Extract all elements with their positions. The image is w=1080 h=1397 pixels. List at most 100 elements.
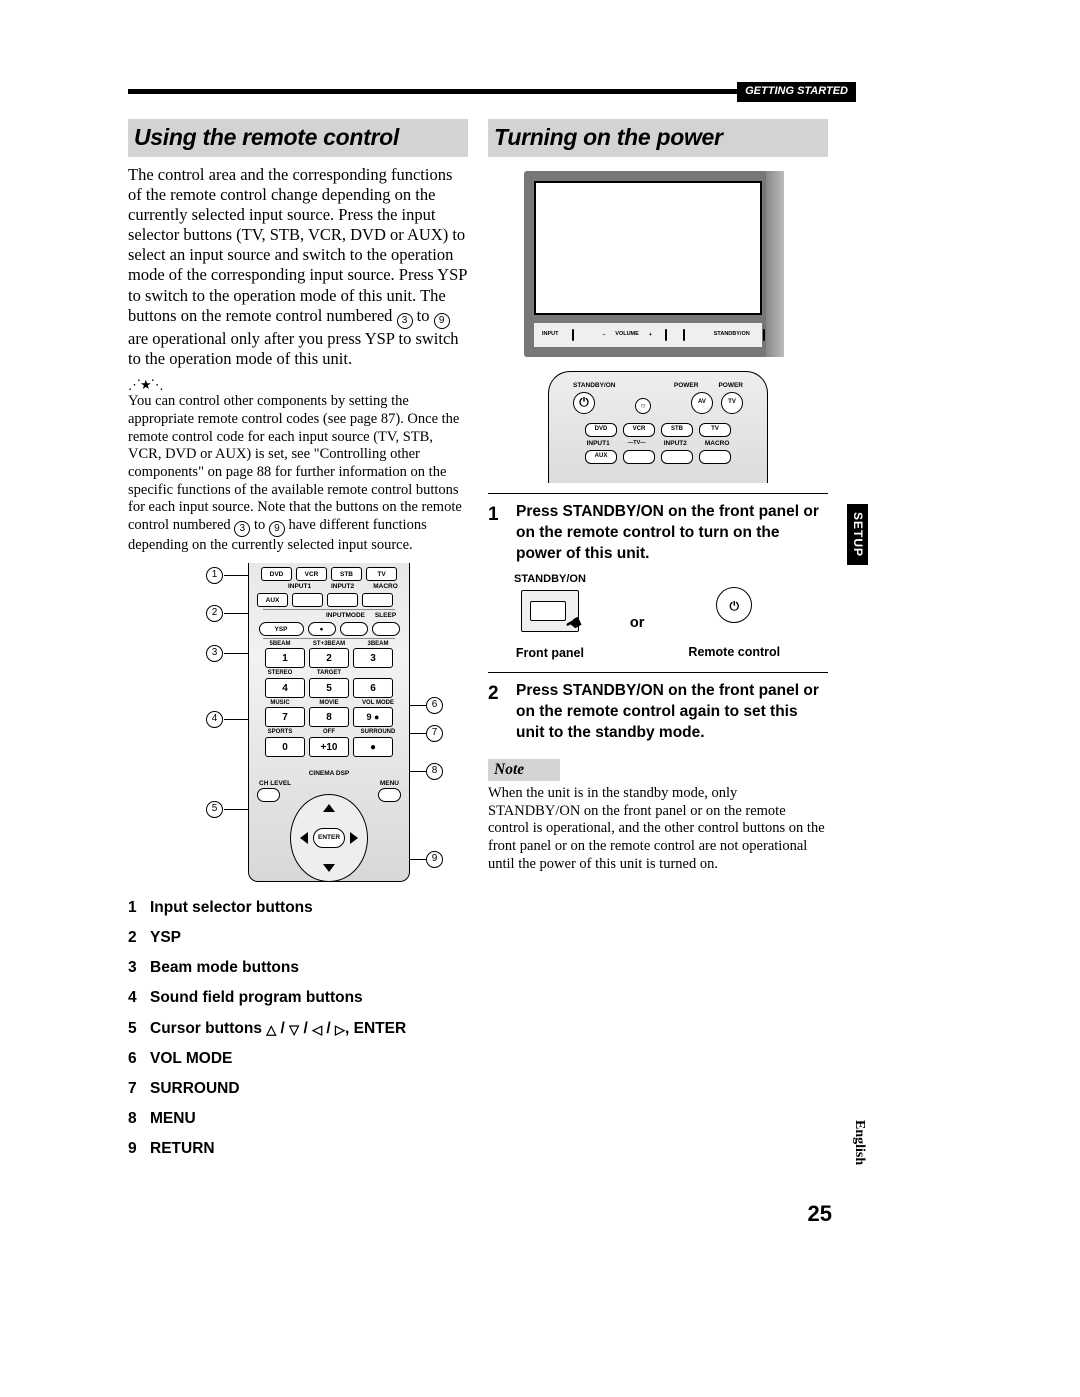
lbl-5beam: 5BEAM <box>260 641 300 649</box>
lbl-cinemadsp: CINEMA DSP <box>305 770 354 778</box>
callout-8: 8 <box>426 763 443 780</box>
lbl-input2: INPUT2 <box>327 583 358 591</box>
rule-2 <box>488 672 828 673</box>
left-column: Using the remote control The control are… <box>128 119 468 1165</box>
btn-4: 4 <box>265 678 305 698</box>
list-item-2: YSP <box>150 923 181 953</box>
rt-lbl-power1: POWER <box>674 382 699 390</box>
lbl-music: MUSIC <box>260 700 300 708</box>
left-section-title: Using the remote control <box>128 119 468 157</box>
list-num-9: 9 <box>128 1134 150 1164</box>
callout-7: 7 <box>426 725 443 742</box>
callout-4: 4 <box>206 711 223 728</box>
btn-enter: ENTER <box>313 828 345 848</box>
page-number: 25 <box>808 1200 832 1228</box>
callout-line-3 <box>224 653 248 654</box>
circle-3-inline-2: 3 <box>234 521 250 537</box>
left-body: The control area and the corresponding f… <box>128 165 468 369</box>
list-num-1: 1 <box>128 893 150 923</box>
btn-dvd: DVD <box>261 567 292 581</box>
callout-line-1 <box>224 575 248 576</box>
circle-9-inline: 9 <box>434 313 450 329</box>
right-section-title: Turning on the power <box>488 119 828 157</box>
rt-lbl-i1: INPUT1 <box>587 440 610 448</box>
btn-inputmode <box>340 622 368 636</box>
list-item-7: SURROUND <box>150 1074 240 1104</box>
rt-b3 <box>699 450 731 464</box>
tv-monitor-figure: INPUT –VOLUME+ STANDBY/ON <box>524 171 784 357</box>
note-title: Note <box>488 759 560 781</box>
tv-standby-btn <box>763 329 765 341</box>
tv-lbl-standby: STANDBY/ON <box>714 331 750 338</box>
btn-plus10: +10 <box>309 737 349 757</box>
circle-9-inline-2: 9 <box>269 521 285 537</box>
list-num-2: 2 <box>128 923 150 953</box>
rt-lbl-power2: POWER <box>718 382 743 390</box>
btn-sleep <box>372 622 400 636</box>
callout-1: 1 <box>206 567 223 584</box>
lbl-volmode: VOL MODE <box>358 700 398 708</box>
lbl-st3beam: ST+3BEAM <box>309 641 349 649</box>
lbl-input1: INPUT1 <box>284 583 315 591</box>
callout-line-8 <box>410 771 426 772</box>
side-tab-setup: SETUP <box>847 504 868 565</box>
rt-led: ○ <box>635 398 651 414</box>
step-1: 1 Press STANDBY/ON on the front panel or… <box>488 502 828 565</box>
lbl-menu: MENU <box>380 780 399 788</box>
list-num-8: 8 <box>128 1104 150 1134</box>
list-item-1: Input selector buttons <box>150 893 313 923</box>
callout-line-6 <box>410 705 426 706</box>
callout-list: 1Input selector buttons 2YSP 3Beam mode … <box>128 893 468 1165</box>
callout-line-5 <box>224 809 248 810</box>
list-item-9: RETURN <box>150 1134 215 1164</box>
btn-stb: STB <box>331 567 362 581</box>
lbl-inputmode: INPUTMODE <box>326 612 360 620</box>
btn-3: 3 <box>353 648 393 668</box>
tv-lbl-volume: VOLUME <box>615 331 639 338</box>
left-tip: You can control other components by sett… <box>128 393 468 555</box>
tv-lbl-input: INPUT <box>542 331 559 338</box>
list-num-7: 7 <box>128 1074 150 1104</box>
callout-line-4 <box>224 719 248 720</box>
rt-lbl-macro: MACRO <box>705 440 730 448</box>
step-2: 2 Press STANDBY/ON on the front panel or… <box>488 681 828 744</box>
fig-power-button <box>716 587 752 623</box>
power-icon <box>579 395 589 410</box>
tip-icon: ⋰★⋱ <box>128 377 468 393</box>
dpad-up-icon <box>323 804 335 812</box>
callout-line-7 <box>410 733 426 734</box>
rt-btn-standby <box>573 392 595 414</box>
btn-menu <box>378 788 401 802</box>
right-column: Turning on the power INPUT –VOLUME+ STAN… <box>488 119 828 881</box>
btn-ysp: YSP <box>259 622 304 636</box>
btn-dot: ● <box>353 737 393 757</box>
fig-or: or <box>630 614 645 632</box>
lbl-stereo: STEREO <box>260 670 300 678</box>
power-icon-2 <box>730 594 740 615</box>
front-panel-box: ☚ <box>521 590 579 632</box>
callout-2: 2 <box>206 605 223 622</box>
btn-tv: TV <box>366 567 397 581</box>
btn-aux: AUX <box>257 593 288 607</box>
callout-6: 6 <box>426 697 443 714</box>
rule-1 <box>488 493 828 494</box>
callout-3: 3 <box>206 645 223 662</box>
btn-rec: ● <box>308 622 336 636</box>
lbl-chlevel: CH LEVEL <box>259 780 291 788</box>
list-item-4: Sound field program buttons <box>150 983 363 1013</box>
callout-line-9 <box>410 859 426 860</box>
fig-remote-label: Remote control <box>688 645 780 661</box>
btn-chlevel <box>257 788 280 802</box>
list-num-6: 6 <box>128 1044 150 1074</box>
lbl-off: OFF <box>309 729 349 737</box>
btn-9: 9 ● <box>353 707 393 727</box>
tv-input-btn <box>572 329 574 341</box>
rt-stb: STB <box>661 423 693 437</box>
rt-b1 <box>623 450 655 464</box>
callout-line-2 <box>224 613 248 614</box>
lbl-movie: MOVIE <box>309 700 349 708</box>
lbl-macro: MACRO <box>370 583 401 591</box>
rt-vcr: VCR <box>623 423 655 437</box>
btn-8: 8 <box>309 707 349 727</box>
btn-blank3 <box>362 593 393 607</box>
